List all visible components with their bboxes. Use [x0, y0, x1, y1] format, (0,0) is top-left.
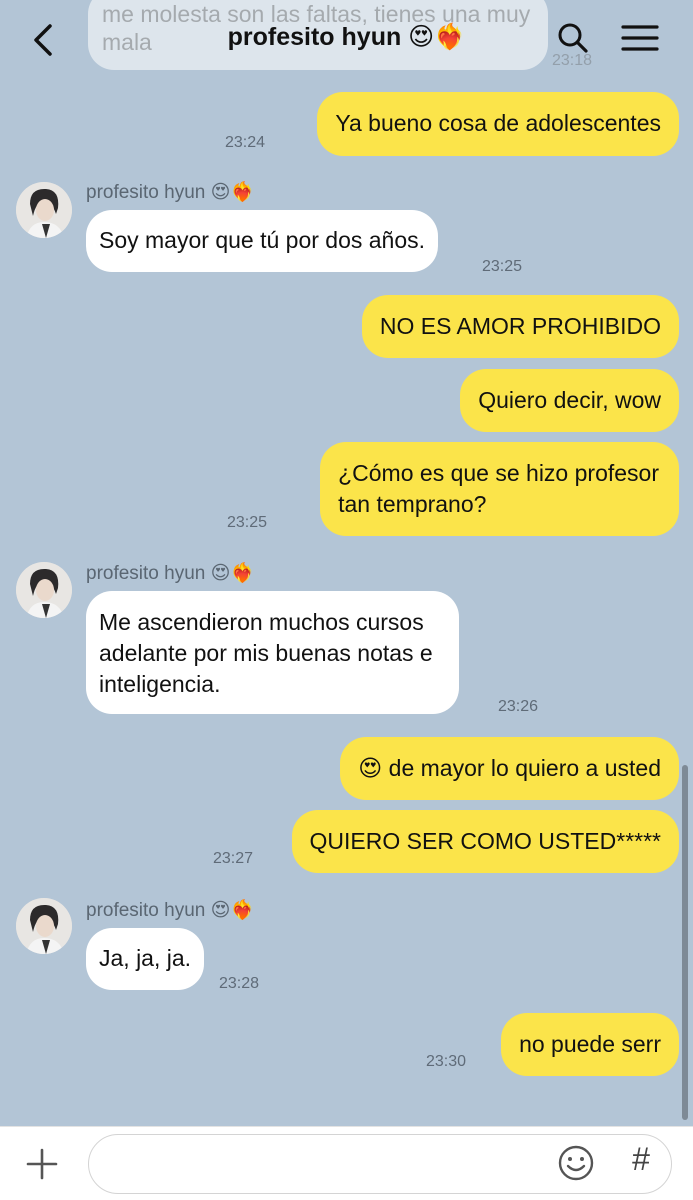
incoming-message-bubble[interactable]: Ja, ja, ja.	[86, 928, 205, 990]
message-time: 23:26	[498, 698, 539, 715]
profile-photo-icon	[16, 182, 72, 238]
hamburger-menu-icon	[621, 25, 659, 51]
message-input-bar: #	[0, 1126, 693, 1200]
emoji-button[interactable]	[556, 1143, 596, 1183]
message-text-line: inteligencia.	[99, 671, 221, 697]
hashtag-icon: #	[632, 1141, 650, 1177]
message-text-line: tan temprano?	[338, 491, 487, 517]
attach-button[interactable]	[24, 1146, 60, 1182]
chat-screen: me molesta son las faltas, tienes una mu…	[0, 0, 693, 1200]
search-icon	[558, 23, 588, 53]
message-text: QUIERO SER COMO USTED*****	[309, 828, 661, 854]
message-time: 23:30	[426, 1053, 467, 1070]
search-button[interactable]	[553, 18, 593, 58]
message-text: Quiero decir, wow	[478, 387, 661, 413]
message-text: Ya bueno cosa de adolescentes	[335, 110, 661, 136]
message-text: no puede serr	[519, 1031, 661, 1057]
message-text: Soy mayor que tú por dos años.	[99, 227, 426, 253]
smiley-icon	[558, 1145, 594, 1181]
menu-button[interactable]	[620, 18, 660, 58]
message-text-line: ¿Cómo es que se hizo profesor	[338, 460, 659, 486]
hashtag-button[interactable]: #	[624, 1139, 658, 1179]
incoming-message-bubble[interactable]: Me ascendieron muchos cursos adelante po…	[86, 591, 459, 714]
plus-icon	[26, 1148, 58, 1180]
message-time: 23:24	[225, 134, 266, 151]
avatar[interactable]	[16, 182, 72, 238]
sender-name: profesito hyun 😍❤️‍🔥	[86, 900, 255, 921]
message-time: 23:25	[227, 514, 268, 531]
message-time: 23:25	[482, 258, 523, 275]
incoming-message-bubble[interactable]: Soy mayor que tú por dos años.	[86, 210, 439, 272]
outgoing-message-bubble[interactable]: NO ES AMOR PROHIBIDO	[361, 295, 679, 358]
message-text-line: Me ascendieron muchos cursos	[99, 609, 424, 635]
outgoing-message-bubble[interactable]: QUIERO SER COMO USTED*****	[291, 810, 679, 873]
sender-name: profesito hyun 😍❤️‍🔥	[86, 182, 255, 203]
outgoing-message-bubble[interactable]: no puede serr	[501, 1013, 679, 1076]
message-text: NO ES AMOR PROHIBIDO	[379, 313, 661, 339]
message-text: Ja, ja, ja.	[99, 945, 192, 971]
outgoing-message-bubble[interactable]: ¿Cómo es que se hizo profesor tan tempra…	[320, 442, 679, 536]
message-text: 😍 de mayor lo quiero a usted	[358, 755, 661, 781]
sender-name: profesito hyun 😍❤️‍🔥	[86, 563, 255, 584]
outgoing-message-bubble[interactable]: 😍 de mayor lo quiero a usted	[340, 737, 679, 800]
message-time: 23:28	[219, 975, 260, 992]
avatar[interactable]	[16, 898, 72, 954]
message-time: 23:27	[213, 850, 254, 867]
profile-photo-icon	[16, 562, 72, 618]
outgoing-message-bubble[interactable]: Ya bueno cosa de adolescentes	[317, 92, 679, 156]
outgoing-message-bubble[interactable]: Quiero decir, wow	[460, 369, 679, 432]
avatar[interactable]	[16, 562, 72, 618]
scrollbar[interactable]	[682, 765, 688, 1120]
message-text-line: adelante por mis buenas notas e	[99, 640, 433, 666]
profile-photo-icon	[16, 898, 72, 954]
